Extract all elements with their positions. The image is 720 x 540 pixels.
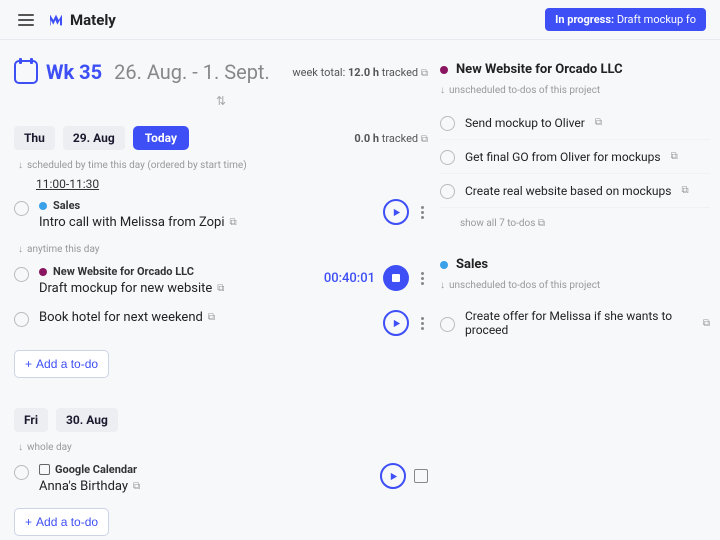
todo-actions: 00:40:01 bbox=[324, 265, 428, 291]
week-total: week total: 12.0 h tracked ⧉ bbox=[292, 66, 428, 79]
todo-title: Book hotel for next weekend ⧉ bbox=[39, 310, 373, 325]
todo-checkbox[interactable] bbox=[14, 201, 29, 216]
todo-checkbox[interactable] bbox=[440, 184, 455, 199]
todo-title: Anna's Birthday ⧉ bbox=[39, 479, 370, 494]
external-icon[interactable]: ⧉ bbox=[421, 134, 428, 145]
sidebar-column: New Website for Orcado LLC unscheduled t… bbox=[440, 60, 720, 536]
project-dot-icon bbox=[440, 66, 448, 74]
sidebar-project[interactable]: New Website for Orcado LLC bbox=[440, 62, 710, 77]
external-icon[interactable]: ⧉ bbox=[208, 312, 215, 323]
todo-title: Intro call with Melissa from Zopi ⧉ bbox=[39, 215, 373, 230]
project-dot-icon bbox=[39, 268, 47, 276]
today-badge: Today bbox=[133, 126, 189, 150]
external-icon[interactable]: ⧉ bbox=[671, 151, 678, 162]
external-icon[interactable]: ⧉ bbox=[230, 217, 237, 228]
calendar-source: Google Calendar bbox=[39, 463, 370, 476]
todo-body[interactable]: Google Calendar Anna's Birthday ⧉ bbox=[39, 463, 370, 494]
todo-body[interactable]: Book hotel for next weekend ⧉ bbox=[39, 310, 373, 325]
sidebar-todo[interactable]: Send mockup to Oliver ⧉ bbox=[440, 106, 710, 140]
todo-body[interactable]: New Website for Orcado LLC Draft mockup … bbox=[39, 265, 314, 296]
progress-status: In progress: bbox=[555, 13, 614, 26]
todo-title: Draft mockup for new website ⧉ bbox=[39, 281, 314, 296]
todo-actions bbox=[380, 463, 428, 489]
progress-pill[interactable]: In progress: Draft mockup fo bbox=[545, 8, 706, 31]
add-todo-button[interactable]: + Add a to-do bbox=[14, 508, 109, 536]
todo-row: Book hotel for next weekend ⧉ bbox=[14, 306, 428, 340]
progress-task: Draft mockup fo bbox=[617, 13, 696, 26]
todo-checkbox[interactable] bbox=[440, 116, 455, 131]
todo-checkbox[interactable] bbox=[14, 267, 29, 282]
main-content: Wk 35 26. Aug. - 1. Sept. week total: 12… bbox=[0, 40, 720, 536]
sort-handle-icon[interactable]: ⇅ bbox=[14, 94, 428, 108]
section-hint-scheduled: scheduled by time this day (ordered by s… bbox=[18, 160, 428, 171]
todo-row: Google Calendar Anna's Birthday ⧉ bbox=[14, 459, 428, 498]
external-icon[interactable]: ⧉ bbox=[681, 185, 688, 196]
day-date: 29. Aug bbox=[63, 126, 125, 150]
external-icon: ⧉ bbox=[538, 218, 545, 229]
todo-row: Sales Intro call with Melissa from Zopi … bbox=[14, 195, 428, 234]
todo-project: Sales bbox=[39, 199, 373, 212]
app-logo[interactable]: Mately bbox=[48, 11, 116, 29]
sidebar-todo[interactable]: Get final GO from Oliver for mockups ⧉ bbox=[440, 140, 710, 174]
calendar-icon[interactable] bbox=[14, 60, 38, 84]
play-button[interactable] bbox=[383, 310, 409, 336]
todo-checkbox[interactable] bbox=[14, 312, 29, 327]
day-header-thu: Thu 29. Aug Today 0.0 h tracked ⧉ bbox=[14, 126, 428, 150]
calendar-mini-icon bbox=[39, 464, 50, 475]
sidebar-hint: unscheduled to-dos of this project bbox=[440, 280, 710, 291]
todo-checkbox[interactable] bbox=[440, 150, 455, 165]
todo-body[interactable]: Sales Intro call with Melissa from Zopi … bbox=[39, 199, 373, 230]
external-icon[interactable]: ⧉ bbox=[133, 481, 140, 492]
section-hint-anytime: anytime this day bbox=[18, 244, 428, 255]
external-icon[interactable]: ⧉ bbox=[703, 318, 710, 329]
day-date: 30. Aug bbox=[56, 408, 118, 432]
topbar-left: Mately bbox=[14, 10, 116, 30]
app-name: Mately bbox=[70, 11, 116, 29]
play-button[interactable] bbox=[383, 199, 409, 225]
stop-button[interactable] bbox=[383, 265, 409, 291]
external-icon[interactable]: ⧉ bbox=[217, 283, 224, 294]
todo-row: New Website for Orcado LLC Draft mockup … bbox=[14, 261, 428, 300]
section-hint-wholeday: whole day bbox=[18, 442, 428, 453]
sidebar-hint: unscheduled to-dos of this project bbox=[440, 85, 710, 96]
todo-actions bbox=[383, 310, 428, 336]
menu-icon[interactable] bbox=[14, 10, 38, 30]
project-dot-icon bbox=[440, 261, 448, 269]
day-of-week: Fri bbox=[14, 408, 48, 432]
sidebar-todo[interactable]: Create real website based on mockups ⧉ bbox=[440, 174, 710, 208]
todo-project: New Website for Orcado LLC bbox=[39, 265, 314, 278]
week-range: 26. Aug. - 1. Sept. bbox=[114, 60, 270, 84]
todo-actions bbox=[383, 199, 428, 225]
timer-value: 00:40:01 bbox=[324, 271, 375, 286]
kebab-icon[interactable] bbox=[417, 268, 428, 289]
sidebar-todo[interactable]: Create offer for Melissa if she wants to… bbox=[440, 301, 710, 345]
add-todo-button[interactable]: + Add a to-do bbox=[14, 350, 109, 378]
day-header-fri: Fri 30. Aug bbox=[14, 408, 428, 432]
schedule-column: Wk 35 26. Aug. - 1. Sept. week total: 12… bbox=[14, 60, 440, 536]
external-icon[interactable]: ⧉ bbox=[421, 68, 428, 79]
todo-checkbox[interactable] bbox=[440, 317, 455, 332]
week-label: Wk 35 bbox=[46, 60, 102, 84]
logo-icon bbox=[48, 12, 64, 28]
day-tracked: 0.0 h tracked ⧉ bbox=[354, 132, 428, 145]
show-all-link[interactable]: show all 7 to-dos ⧉ bbox=[460, 218, 710, 229]
day-of-week: Thu bbox=[14, 126, 55, 150]
sidebar-project[interactable]: Sales bbox=[440, 257, 710, 272]
kebab-icon[interactable] bbox=[417, 313, 428, 334]
external-icon[interactable]: ⧉ bbox=[595, 117, 602, 128]
play-button[interactable] bbox=[380, 463, 406, 489]
kebab-icon[interactable] bbox=[417, 202, 428, 223]
project-dot-icon bbox=[39, 202, 47, 210]
week-header: Wk 35 26. Aug. - 1. Sept. week total: 12… bbox=[14, 60, 428, 84]
schedule-icon[interactable] bbox=[414, 469, 428, 483]
todo-checkbox[interactable] bbox=[14, 465, 29, 480]
time-range[interactable]: 11:00-11:30 bbox=[36, 177, 428, 191]
topbar: Mately In progress: Draft mockup fo bbox=[0, 0, 720, 40]
